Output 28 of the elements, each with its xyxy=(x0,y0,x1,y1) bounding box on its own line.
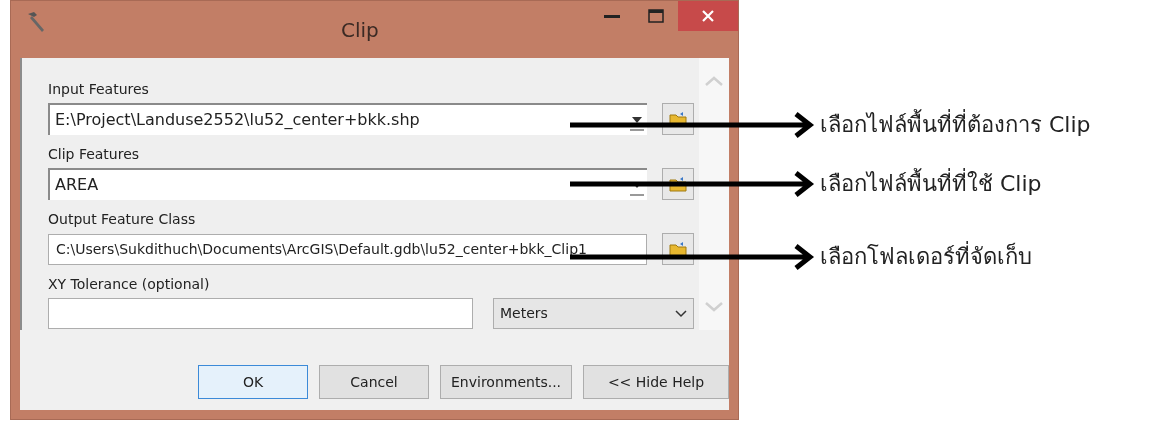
minimize-icon xyxy=(604,14,620,18)
field-label: Input Features xyxy=(48,80,149,99)
folder-icon xyxy=(669,176,687,192)
dialog-button[interactable]: << Hide Help xyxy=(583,365,729,399)
field-label: Output Feature Class xyxy=(48,210,196,229)
dialog-button[interactable]: Environments... xyxy=(440,365,572,399)
chevron-up-icon xyxy=(705,76,723,86)
annotation-text: เลือกโฟลเดอร์ที่จัดเก็บ xyxy=(820,240,1032,273)
folder-icon xyxy=(669,241,687,257)
tolerance-field[interactable] xyxy=(48,298,473,329)
dropdown-icon xyxy=(630,117,644,131)
chevron-down-icon xyxy=(705,302,723,312)
dialog-button[interactable]: Cancel xyxy=(319,365,429,399)
annotation-text: เลือกไฟล์พื้นที่ที่ใช้ Clip xyxy=(820,167,1042,200)
field-label: XY Tolerance (optional) xyxy=(48,275,210,294)
field-label: Clip Features xyxy=(48,145,140,164)
window-title: Clip xyxy=(341,17,379,44)
scrollbar[interactable] xyxy=(699,58,729,330)
unit-dropdown[interactable]: Meters xyxy=(493,298,694,329)
annotation-text: เลือกไฟล์พื้นที่ที่ต้องการ Clip xyxy=(820,108,1091,141)
combo-field[interactable]: E:\Project\Landuse2552\lu52_center+bkk.shp xyxy=(48,103,647,135)
close-icon xyxy=(702,10,714,22)
close-button[interactable] xyxy=(678,1,738,31)
maximize-icon xyxy=(648,9,664,23)
chevron-down-icon xyxy=(675,309,687,318)
combo-field[interactable]: AREA xyxy=(48,168,647,200)
dialog-button[interactable]: OK xyxy=(198,365,308,399)
path-field[interactable]: C:\Users\Sukdithuch\Documents\ArcGIS\Default.gdb\lu52_center+bkk_Clip1 xyxy=(48,233,647,265)
